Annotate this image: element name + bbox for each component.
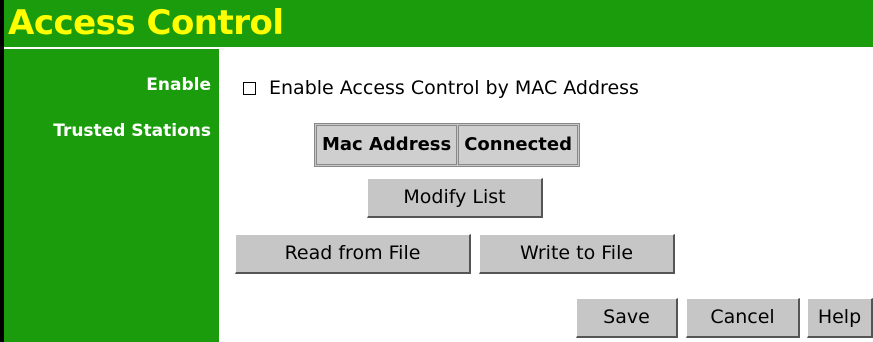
cancel-button[interactable]: Cancel xyxy=(686,298,800,338)
enable-row: Enable Access Control by MAC Address xyxy=(243,77,639,99)
write-to-file-button[interactable]: Write to File xyxy=(479,234,675,274)
save-button[interactable]: Save xyxy=(576,298,678,338)
trusted-stations-table: Mac Address Connected xyxy=(314,123,580,167)
title-bar: Access Control xyxy=(4,0,873,49)
help-button[interactable]: Help xyxy=(807,298,873,338)
sidebar-label-trusted-stations: Trusted Stations xyxy=(53,121,211,141)
table-header-mac-address: Mac Address xyxy=(316,125,458,165)
read-from-file-button[interactable]: Read from File xyxy=(235,234,471,274)
enable-access-control-label[interactable]: Enable Access Control by MAC Address xyxy=(269,77,639,99)
page-title: Access Control xyxy=(8,3,284,43)
enable-access-control-checkbox[interactable] xyxy=(243,81,256,95)
sidebar: Enable Trusted Stations xyxy=(4,49,219,342)
sidebar-label-enable: Enable xyxy=(146,75,211,95)
main-content: Enable Access Control by MAC Address Mac… xyxy=(219,49,873,342)
modify-list-button[interactable]: Modify List xyxy=(367,178,543,218)
table-header-connected: Connected xyxy=(458,125,578,165)
